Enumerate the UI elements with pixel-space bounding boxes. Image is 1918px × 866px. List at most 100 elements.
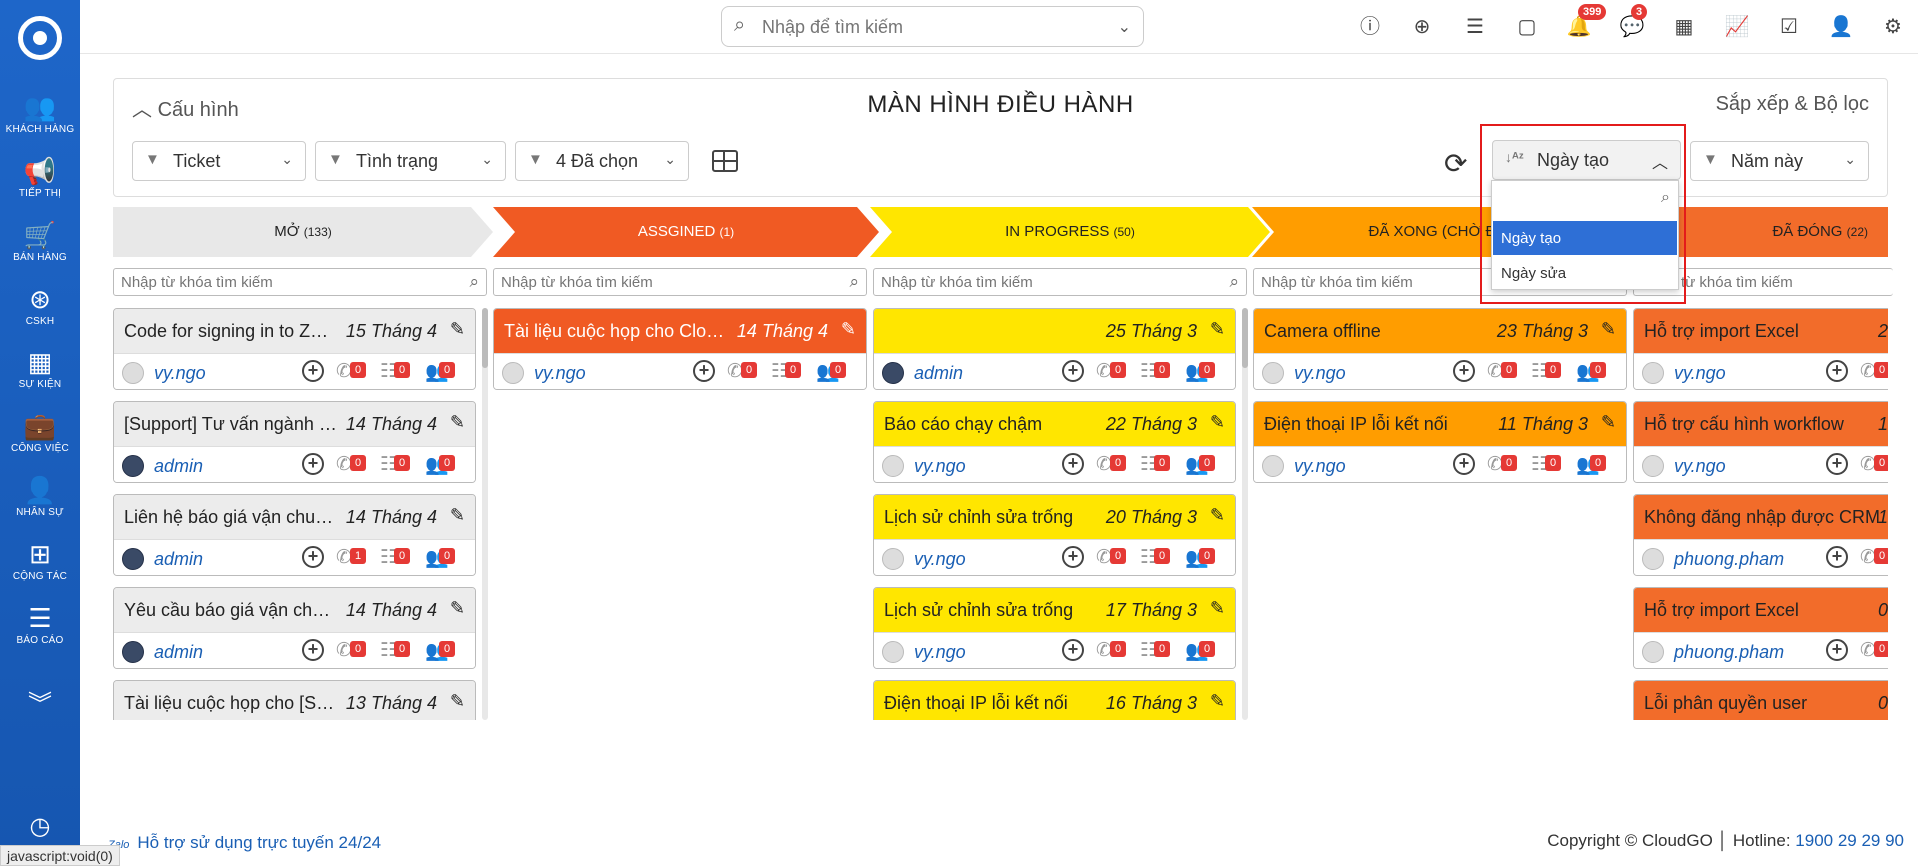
sidebar-item-hr[interactable]: 👤 NHÂN SỰ xyxy=(0,475,80,518)
card-title[interactable]: Code for signing in to Zoom xyxy=(124,321,337,342)
add-activity-icon[interactable]: + xyxy=(302,546,324,568)
phone-icon[interactable]: ✆ 1 xyxy=(336,546,366,569)
ticket-card[interactable]: Không đăng nhập được CRM10 phuong.pham + ✆0 xyxy=(1633,494,1888,576)
ticket-card[interactable]: Lỗi phân quyền user 04 xyxy=(1633,680,1888,720)
assignee-name[interactable]: vy.ngo xyxy=(1674,363,1726,384)
chart-line-icon[interactable]: 📈 xyxy=(1724,14,1750,40)
card-header[interactable]: [Support] Tư vấn ngành học 14 Tháng 4 ✎ xyxy=(114,402,475,446)
ticket-card[interactable]: Báo cáo chạy chậm 22 Tháng 3 ✎ vy.ngo + ✆ 0 ☷ 0 👥… xyxy=(873,401,1236,483)
ticket-card[interactable]: Code for signing in to Zoom 15 Tháng 4 ✎ vy… xyxy=(113,308,476,390)
add-activity-icon[interactable]: + xyxy=(302,639,324,661)
card-header[interactable]: Lỗi phân quyền user 04 xyxy=(1634,681,1888,720)
edit-icon[interactable]: ✎ xyxy=(1601,319,1616,340)
card-title[interactable]: Không đăng nhập được CRM xyxy=(1644,507,1880,528)
column-search-input[interactable] xyxy=(121,272,419,292)
phone-icon[interactable]: ✆ 0 xyxy=(727,360,757,383)
assignee-name[interactable]: vy.ngo xyxy=(1294,363,1346,384)
card-title[interactable]: Camera offline xyxy=(1264,321,1381,342)
card-title[interactable]: Hỗ trợ cấu hình workflow xyxy=(1644,414,1844,435)
filter-status[interactable]: ▼ Tình trạng ⌄ xyxy=(315,141,506,181)
column-search-assigned[interactable]: ⌕ xyxy=(493,268,867,296)
contacts-icon[interactable]: 👥 0 xyxy=(1185,639,1215,663)
card-title[interactable]: Điện thoại IP lỗi kết nối xyxy=(1264,414,1448,435)
ticket-card[interactable]: Hỗ trợ import Excel 24 vy.ngo + ✆0 xyxy=(1633,308,1888,390)
assignee-name[interactable]: admin xyxy=(154,456,203,477)
card-title[interactable]: Tài liệu cuộc họp cho [Swis… xyxy=(124,693,337,714)
phone-icon[interactable]: ✆ 0 xyxy=(1096,453,1126,476)
global-search[interactable]: ⌕ ⌄ xyxy=(721,6,1144,47)
card-header[interactable]: Lịch sử chỉnh sửa trống 20 Tháng 3 ✎ xyxy=(874,495,1235,539)
add-activity-icon[interactable]: + xyxy=(1062,639,1084,661)
phone-icon[interactable]: ✆ 0 xyxy=(336,453,366,476)
add-activity-icon[interactable]: + xyxy=(1826,546,1848,568)
ticket-card[interactable]: Điện thoại IP lỗi kết nối 16 Tháng 3 ✎ xyxy=(873,680,1236,720)
task-list-icon[interactable]: ☷ 0 xyxy=(1531,360,1561,383)
dropdown-search-input[interactable] xyxy=(1498,187,1648,211)
stage-open[interactable]: MỞ (133) xyxy=(113,207,493,257)
sort-option-created[interactable]: Ngày tạo xyxy=(1493,221,1677,255)
list-icon[interactable]: ☰ xyxy=(1462,14,1488,40)
contacts-icon[interactable]: 👥 0 xyxy=(425,639,455,663)
phone-icon[interactable]: ✆ 0 xyxy=(1487,453,1517,476)
assignee-name[interactable]: admin xyxy=(914,363,963,384)
cloudgo-logo[interactable] xyxy=(18,16,62,60)
chevron-down-icon[interactable]: ⌄ xyxy=(1118,17,1131,37)
card-header[interactable]: Liên hệ báo giá vận chuyển… 14 Tháng 4 ✎ xyxy=(114,495,475,539)
add-activity-icon[interactable]: + xyxy=(1453,453,1475,475)
sidebar-item-reports[interactable]: ☰ BÁO CÁO xyxy=(0,603,80,646)
task-list-icon[interactable]: ☷ 0 xyxy=(380,546,410,569)
ticket-card[interactable]: 25 Tháng 3 ✎ admin + ✆ 0 ☷ 0 👥 0 xyxy=(873,308,1236,390)
contacts-icon[interactable]: 👥 0 xyxy=(1185,453,1215,477)
edit-icon[interactable]: ✎ xyxy=(450,598,465,619)
assignee-name[interactable]: vy.ngo xyxy=(1674,456,1726,477)
sort-filter-link[interactable]: Sắp xếp & Bộ lọc xyxy=(1716,93,1869,116)
checkbox-icon[interactable]: ☑ xyxy=(1776,14,1802,40)
edit-icon[interactable]: ✎ xyxy=(1210,691,1225,712)
phone-icon[interactable]: ✆ 0 xyxy=(1487,360,1517,383)
edit-icon[interactable]: ✎ xyxy=(450,691,465,712)
sidebar-item-events[interactable]: ▦ SỰ KIỆN xyxy=(0,347,80,390)
contacts-icon[interactable]: 👥 0 xyxy=(816,360,846,384)
task-list-icon[interactable]: ☷ 0 xyxy=(1531,453,1561,476)
edit-icon[interactable]: ✎ xyxy=(1210,598,1225,619)
stage-assigned[interactable]: ASSGINED (1) xyxy=(493,207,879,257)
bell-icon[interactable]: 🔔 399 xyxy=(1566,4,1607,40)
edit-icon[interactable]: ✎ xyxy=(841,319,856,340)
hotline-link[interactable]: 1900 29 29 90 xyxy=(1795,831,1904,850)
ticket-card[interactable]: Điện thoại IP lỗi kết nối 11 Tháng 3 ✎ vy.n… xyxy=(1253,401,1627,483)
sidebar-item-tasks[interactable]: 💼 CÔNG VIỆC xyxy=(0,411,80,454)
card-header[interactable]: Yêu cầu báo giá vận chuyể… 14 Tháng 4 ✎ xyxy=(114,588,475,632)
task-list-icon[interactable]: ☷ 0 xyxy=(380,360,410,383)
card-header[interactable]: 25 Tháng 3 ✎ xyxy=(874,309,1235,353)
filter-ticket[interactable]: ▼ Ticket ⌄ xyxy=(132,141,306,181)
phone-icon[interactable]: ✆ 0 xyxy=(1096,360,1126,383)
edit-icon[interactable]: ✎ xyxy=(1210,505,1225,526)
add-activity-icon[interactable]: + xyxy=(1826,360,1848,382)
scrollbar-open[interactable] xyxy=(482,308,488,720)
assignee-name[interactable]: phuong.pham xyxy=(1674,549,1784,570)
phone-icon[interactable]: ✆ 0 xyxy=(336,639,366,662)
clock-icon[interactable]: ◷ xyxy=(0,812,80,841)
task-list-icon[interactable]: ☷ 0 xyxy=(1140,453,1170,476)
assignee-name[interactable]: vy.ngo xyxy=(1294,456,1346,477)
card-title[interactable]: [Support] Tư vấn ngành học xyxy=(124,414,337,435)
assignee-name[interactable]: admin xyxy=(154,549,203,570)
filter-selected[interactable]: ▼ 4 Đã chọn ⌄ xyxy=(515,141,689,181)
edit-icon[interactable]: ✎ xyxy=(450,319,465,340)
contacts-icon[interactable]: 👥 0 xyxy=(425,360,455,384)
contacts-icon[interactable]: 👥 0 xyxy=(425,453,455,477)
card-title[interactable]: Yêu cầu báo giá vận chuyể… xyxy=(124,600,337,621)
sidebar-item-marketing[interactable]: 📢 TIẾP THỊ xyxy=(0,156,80,199)
sidebar-item-sales[interactable]: 🛒 BÁN HÀNG xyxy=(0,220,80,263)
edit-icon[interactable]: ✎ xyxy=(450,505,465,526)
assignee-name[interactable]: vy.ngo xyxy=(154,363,206,384)
sort-button[interactable]: ↓ᴬᶻ Ngày tạo ︿ xyxy=(1492,140,1681,180)
task-list-icon[interactable]: ☷ 0 xyxy=(1140,360,1170,383)
contacts-icon[interactable]: 👥 0 xyxy=(1576,360,1606,384)
assignee-name[interactable]: vy.ngo xyxy=(534,363,586,384)
add-icon[interactable]: ⊕ xyxy=(1409,14,1435,40)
online-support-link[interactable]: ZaloHỗ trợ sử dụng trực tuyến 24/24 xyxy=(108,833,381,853)
dropdown-search[interactable]: ⌕ xyxy=(1498,187,1672,213)
card-title[interactable]: Điện thoại IP lỗi kết nối xyxy=(884,693,1068,714)
card-header[interactable]: Điện thoại IP lỗi kết nối 16 Tháng 3 ✎ xyxy=(874,681,1235,720)
